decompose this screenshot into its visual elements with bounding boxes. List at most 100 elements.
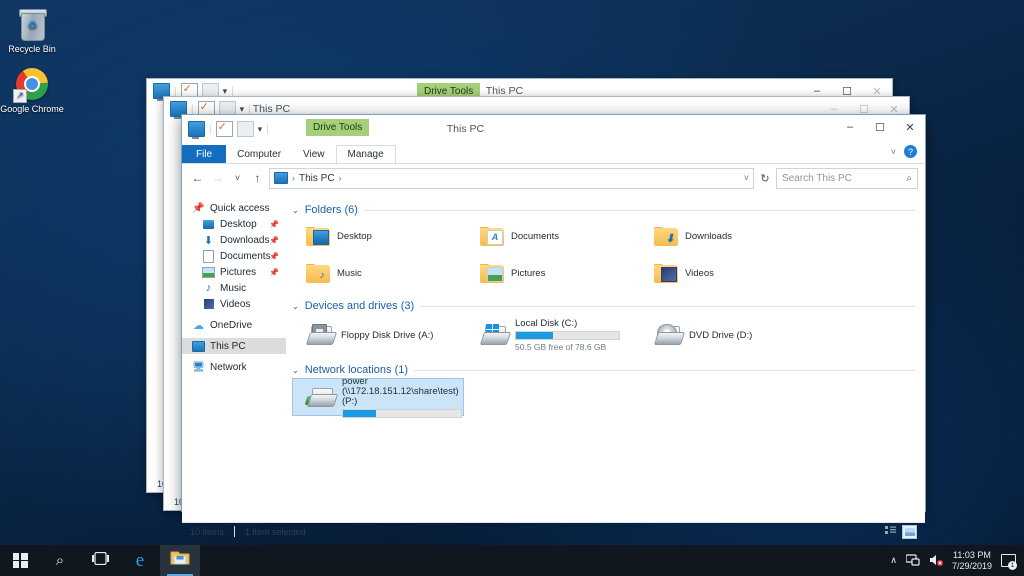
close-button[interactable]: ✕	[895, 115, 925, 139]
content-pane[interactable]: ⌄ Folders (6) Desktop A Documents ⬇ Down…	[286, 192, 925, 522]
sidebar-item-this-pc[interactable]: This PC	[182, 338, 286, 354]
list-item[interactable]: Local Disk (C:) 50.5 GB free of 78.6 GB	[466, 314, 640, 356]
back-button[interactable]: ←	[189, 170, 206, 187]
title-bar[interactable]: | ▾ | Drive Tools This PC ‒ ☐ ✕	[182, 115, 925, 143]
minimize-button[interactable]: ‒	[835, 115, 865, 139]
tab-computer[interactable]: Computer	[226, 146, 292, 164]
details-view-button[interactable]	[884, 525, 897, 537]
list-item[interactable]: Floppy Disk Drive (A:)	[292, 314, 466, 356]
desktop-icon-label: Google Chrome	[0, 104, 64, 114]
network-tray-icon[interactable]	[905, 553, 920, 568]
desktop-icon-google-chrome[interactable]: ↗ Google Chrome	[0, 66, 64, 115]
search-input[interactable]: Search This PC ⌕	[776, 167, 918, 189]
properties-icon[interactable]	[215, 120, 233, 137]
address-bar[interactable]: ← → ˅ ↑ › This PC › ˅ ↻ Search This PC ⌕	[182, 164, 925, 192]
this-pc-icon	[192, 340, 205, 352]
group-header-label: Folders (6)	[304, 204, 358, 216]
this-pc-icon[interactable]	[188, 121, 205, 139]
group-header-label: Devices and drives (3)	[304, 300, 415, 312]
pin-icon[interactable]: 📌	[269, 268, 279, 277]
breadcrumb-item-this-pc[interactable]: This PC	[299, 173, 335, 184]
capacity-bar	[515, 331, 620, 340]
sidebar-item-music[interactable]: ♪ Music	[188, 280, 286, 296]
windows-logo-icon	[12, 553, 28, 568]
breadcrumb-separator[interactable]: ›	[339, 173, 342, 183]
breadcrumb[interactable]: › This PC › ˅	[269, 167, 754, 189]
maximize-button[interactable]: ☐	[865, 115, 895, 139]
list-item-label: Downloads	[685, 231, 732, 242]
edge-button[interactable]: e	[120, 545, 160, 576]
list-item[interactable]: Pictures	[466, 255, 640, 292]
volume-muted-icon[interactable]	[929, 554, 943, 568]
list-item[interactable]: Videos	[640, 255, 814, 292]
customize-dropdown-icon[interactable]: ▾	[258, 122, 263, 136]
large-icons-view-button[interactable]	[902, 524, 917, 539]
chevron-down-icon[interactable]: ⌄	[292, 206, 299, 215]
group-header-network[interactable]: ⌄ Network locations (1)	[292, 364, 915, 376]
list-item[interactable]: ⬇ Downloads	[640, 218, 814, 255]
refresh-button[interactable]: ↻	[757, 172, 773, 185]
sidebar-item-quick-access[interactable]: 📌 Quick access	[188, 200, 286, 216]
explorer-window-active[interactable]: | ▾ | Drive Tools This PC ‒ ☐ ✕ File Com…	[181, 114, 926, 539]
search-button[interactable]: ⌕	[40, 545, 80, 576]
folder-pictures-icon	[480, 263, 504, 284]
list-item[interactable]: Desktop	[292, 218, 466, 255]
clock[interactable]: 11:03 PM 7/29/2019	[952, 550, 992, 572]
system-tray[interactable]: ∧ 11:03 PM 7/29/2019 1	[890, 545, 1024, 576]
list-item-label: Pictures	[511, 268, 546, 279]
downloads-icon: ⬇	[203, 234, 214, 247]
sidebar-item-onedrive[interactable]: ☁ OneDrive	[188, 317, 286, 333]
help-icon[interactable]: ?	[904, 145, 917, 158]
chevron-down-icon[interactable]: ⌄	[292, 302, 299, 311]
tab-file[interactable]: File	[182, 145, 227, 164]
file-explorer-button[interactable]	[160, 545, 200, 576]
sidebar-item-label: Documents	[220, 250, 271, 262]
navigation-pane[interactable]: 📌 Quick access Desktop 📌 ⬇ Downloads 📌 D…	[182, 192, 286, 522]
list-item-label: DVD Drive (D:)	[689, 329, 753, 341]
view-buttons[interactable]	[884, 524, 925, 539]
start-button[interactable]	[0, 545, 40, 576]
desktop-icon	[202, 218, 215, 230]
list-item[interactable]: DVD DVD Drive (D:)	[640, 314, 814, 356]
sidebar-item-videos[interactable]: Videos	[188, 296, 286, 312]
up-button[interactable]: ↑	[249, 170, 266, 187]
search-icon[interactable]: ⌕	[906, 173, 912, 184]
sidebar-item-network[interactable]: 🖥 Network	[188, 359, 286, 375]
pin-icon[interactable]: 📌	[269, 236, 279, 245]
action-center-button[interactable]: 1	[1001, 553, 1017, 570]
capacity-bar	[342, 408, 462, 418]
group-header-folders[interactable]: ⌄ Folders (6)	[292, 204, 915, 216]
address-dropdown-icon[interactable]: ˅	[744, 173, 749, 183]
group-header-devices[interactable]: ⌄ Devices and drives (3)	[292, 300, 915, 312]
quick-access-toolbar[interactable]: | ▾ |	[182, 119, 269, 139]
window-controls[interactable]: ‒ ☐ ✕	[835, 115, 925, 139]
sidebar-item-pictures[interactable]: Pictures 📌	[188, 264, 286, 280]
show-hidden-icons-button[interactable]: ∧	[890, 555, 897, 566]
task-view-icon	[91, 551, 109, 570]
chevron-down-icon[interactable]: ⌄	[292, 366, 299, 375]
ribbon-help-group[interactable]: ˅ ?	[891, 145, 917, 158]
pin-icon: 📌	[192, 202, 205, 214]
desktop-icon-recycle-bin[interactable]: ♻ Recycle Bin	[0, 6, 64, 55]
taskbar[interactable]: ⌕ e ∧ 11:03 PM 7/29/2019 1	[0, 545, 1024, 576]
sidebar-item-downloads[interactable]: ⬇ Downloads 📌	[188, 232, 286, 248]
task-view-button[interactable]	[80, 545, 120, 576]
forward-button[interactable]: →	[209, 170, 226, 187]
list-item[interactable]: power (\\172.18.151.12\share\test) (P:)	[292, 376, 464, 418]
folders-tile-list: Desktop A Documents ⬇ Downloads ♪ Music	[292, 218, 915, 292]
ribbon-tab-bar[interactable]: File Computer View Manage ˅ ?	[182, 143, 925, 165]
tab-manage[interactable]: Manage	[335, 145, 396, 165]
list-item[interactable]: A Documents	[466, 218, 640, 255]
sidebar-item-documents[interactable]: Documents 📌	[188, 248, 286, 264]
sidebar-item-desktop[interactable]: Desktop 📌	[188, 216, 286, 232]
recent-locations-button[interactable]: ˅	[229, 170, 246, 187]
new-folder-icon[interactable]	[236, 121, 254, 137]
capacity-text: 50.5 GB free of 78.6 GB	[515, 342, 607, 352]
pin-icon[interactable]: 📌	[269, 220, 279, 229]
list-item[interactable]: ♪ Music	[292, 255, 466, 292]
folder-music-icon: ♪	[306, 263, 330, 284]
sidebar-item-label: Music	[220, 282, 247, 294]
pin-icon[interactable]: 📌	[269, 252, 279, 261]
tab-view[interactable]: View	[292, 146, 336, 164]
chevron-down-icon[interactable]: ˅	[891, 147, 896, 157]
